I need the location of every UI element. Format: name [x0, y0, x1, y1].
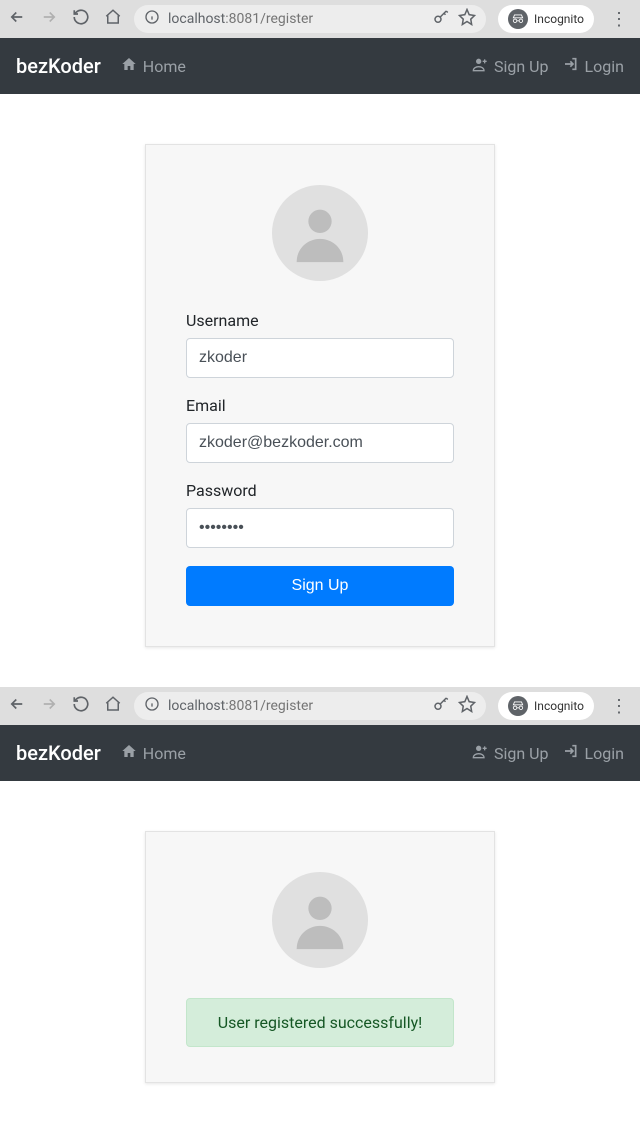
- star-icon[interactable]: [458, 8, 476, 30]
- nav-home-label: Home: [143, 744, 186, 763]
- home-icon[interactable]: [104, 695, 122, 717]
- address-bar[interactable]: localhost:8081/register: [134, 692, 486, 720]
- username-label: Username: [186, 311, 454, 330]
- password-label: Password: [186, 481, 454, 500]
- forward-icon[interactable]: [40, 695, 58, 717]
- nav-login[interactable]: Login: [563, 743, 624, 763]
- avatar: [272, 185, 368, 281]
- brand[interactable]: bezKoder: [16, 54, 101, 78]
- incognito-label: Incognito: [534, 699, 584, 713]
- star-icon[interactable]: [458, 695, 476, 717]
- house-icon: [121, 743, 137, 763]
- nav-login-label: Login: [585, 57, 624, 76]
- username-field[interactable]: [186, 338, 454, 378]
- browser-menu-icon[interactable]: ⋮: [606, 696, 632, 717]
- register-card-success: User registered successfully!: [145, 831, 495, 1083]
- nav-login[interactable]: Login: [563, 56, 624, 76]
- forward-icon[interactable]: [40, 8, 58, 30]
- nav-signup[interactable]: Sign Up: [472, 743, 549, 763]
- nav-signup-label: Sign Up: [494, 57, 549, 76]
- nav-home-label: Home: [143, 57, 186, 76]
- user-plus-icon: [472, 56, 488, 76]
- info-icon: [144, 696, 160, 716]
- brand[interactable]: bezKoder: [16, 741, 101, 765]
- browser-menu-icon[interactable]: ⋮: [606, 9, 632, 30]
- nav-signup-label: Sign Up: [494, 744, 549, 763]
- browser-toolbar: localhost:8081/register Incognito ⋮: [0, 0, 640, 38]
- url-path: :8081/register: [225, 11, 313, 27]
- url-path: :8081/register: [225, 698, 313, 714]
- nav-login-label: Login: [585, 744, 624, 763]
- incognito-icon: [508, 9, 528, 29]
- nav-home[interactable]: Home: [121, 56, 186, 76]
- address-bar[interactable]: localhost:8081/register: [134, 5, 486, 33]
- register-card: Username Email Password Sign Up: [145, 144, 495, 647]
- reload-icon[interactable]: [72, 8, 90, 30]
- login-icon: [563, 743, 579, 763]
- signup-button[interactable]: Sign Up: [186, 566, 454, 606]
- password-field[interactable]: [186, 508, 454, 548]
- key-icon[interactable]: [432, 8, 450, 30]
- info-icon: [144, 9, 160, 29]
- email-field[interactable]: [186, 423, 454, 463]
- incognito-label: Incognito: [534, 12, 584, 26]
- app-navbar: bezKoder Home Sign Up Login: [0, 38, 640, 94]
- key-icon[interactable]: [432, 695, 450, 717]
- avatar: [272, 872, 368, 968]
- login-icon: [563, 56, 579, 76]
- reload-icon[interactable]: [72, 695, 90, 717]
- back-icon[interactable]: [8, 8, 26, 30]
- incognito-badge: Incognito: [498, 5, 594, 33]
- home-icon[interactable]: [104, 8, 122, 30]
- browser-toolbar: localhost:8081/register Incognito ⋮: [0, 687, 640, 725]
- success-alert: User registered successfully!: [186, 998, 454, 1047]
- incognito-badge: Incognito: [498, 692, 594, 720]
- email-label: Email: [186, 396, 454, 415]
- nav-home[interactable]: Home: [121, 743, 186, 763]
- url-host: localhost: [168, 698, 225, 714]
- back-icon[interactable]: [8, 695, 26, 717]
- incognito-icon: [508, 696, 528, 716]
- url-host: localhost: [168, 11, 225, 27]
- nav-signup[interactable]: Sign Up: [472, 56, 549, 76]
- app-navbar: bezKoder Home Sign Up Login: [0, 725, 640, 781]
- user-plus-icon: [472, 743, 488, 763]
- house-icon: [121, 56, 137, 76]
